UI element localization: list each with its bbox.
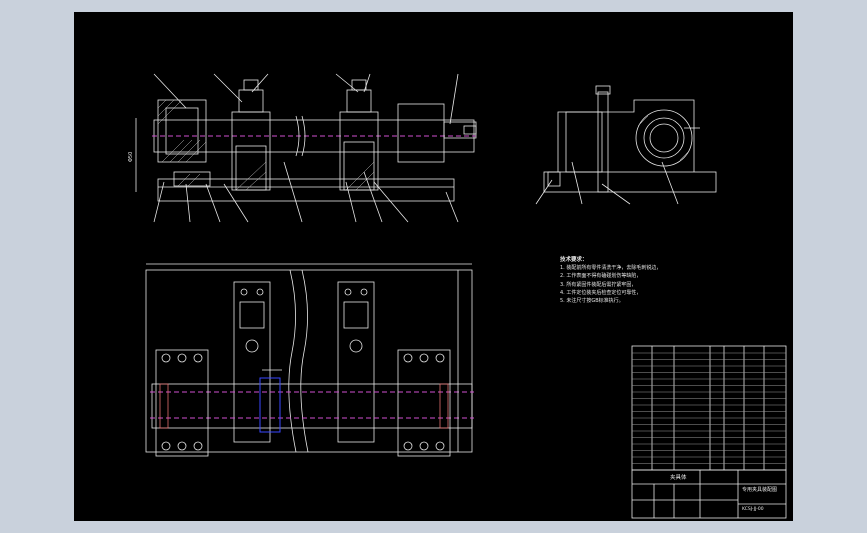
- requirement-4: 4. 工件定位装夹后检查定位可靠性，: [560, 289, 642, 296]
- top-view: [145, 263, 474, 457]
- parts-list: [631, 345, 787, 471]
- requirement-2: 2. 工作表面不得有磕碰划伤等缺陷，: [560, 273, 642, 280]
- parts-list-rows: [632, 352, 786, 464]
- hatch-left: [157, 99, 207, 163]
- requirement-5: 5. 未注尺寸按GB标准执行。: [560, 298, 624, 305]
- side-view: [535, 85, 717, 205]
- title-block-drawing-number: KCSJ-JJ-00: [742, 507, 764, 512]
- requirement-1: 1. 装配前所有零件清洗干净，去除毛刺锐边，: [560, 265, 662, 272]
- requirement-3: 3. 所有紧固件装配后需拧紧牢固，: [560, 281, 637, 288]
- technical-requirements-title: 技术要求：: [560, 257, 588, 263]
- title-block-drawing-title: 专用夹具装配图: [742, 487, 778, 493]
- front-view-leaders: [153, 73, 459, 223]
- title-block-part-name: 夹具体: [670, 475, 687, 481]
- svg-text:Φ50: Φ50: [128, 152, 134, 162]
- drawing-sheet: Φ50 技术要求： 1. 装配前所有零件清洗干净，去除毛刺锐边， 2. 工作表面…: [74, 12, 793, 521]
- front-view: Φ50: [128, 73, 477, 223]
- technical-requirements: 技术要求： 1. 装配前所有零件清洗干净，去除毛刺锐边， 2. 工作表面不得有磕…: [560, 256, 720, 305]
